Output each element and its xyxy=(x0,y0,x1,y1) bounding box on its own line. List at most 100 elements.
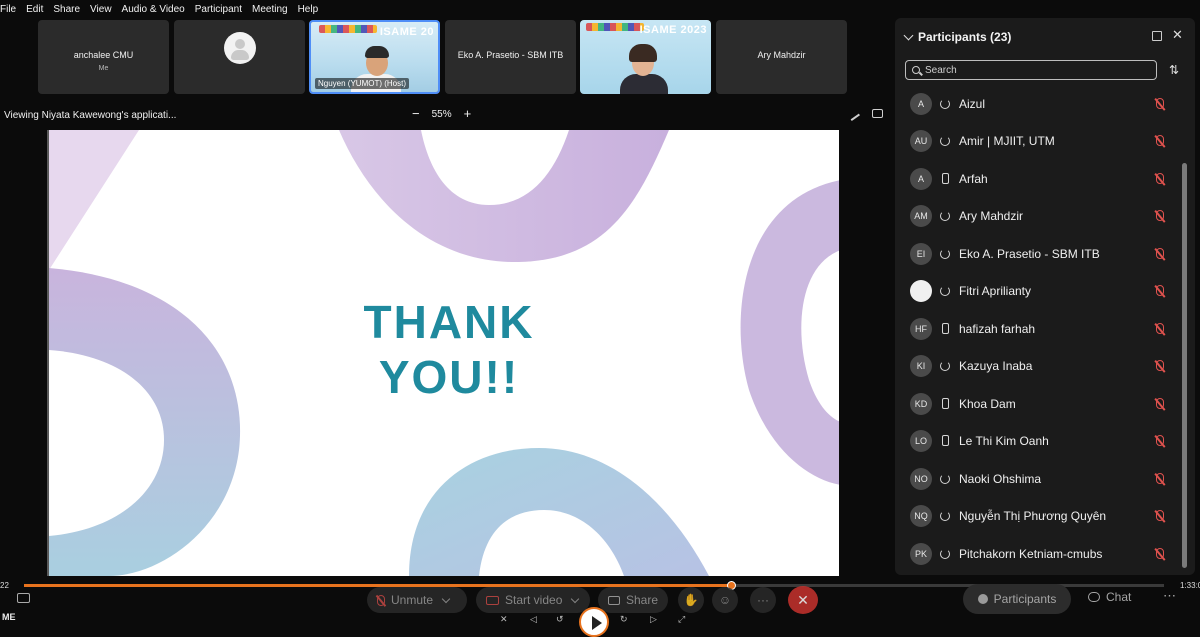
muted-mic-icon[interactable] xyxy=(1156,435,1164,446)
menu-file[interactable]: File xyxy=(0,4,16,15)
muted-mic-icon[interactable] xyxy=(1156,398,1164,409)
participant-row[interactable]: PK Pitchakorn Ketniam-cmubs xyxy=(895,535,1183,572)
participant-row[interactable]: NQ Nguyễn Thị Phương Quyên xyxy=(895,497,1183,534)
video-tile-eko[interactable]: Eko A. Prasetio - SBM ITB xyxy=(445,20,576,94)
search-input[interactable] xyxy=(925,64,1145,76)
view-options xyxy=(846,107,883,121)
participant-avatar: KD xyxy=(910,392,932,415)
total-time: 1:33:0 xyxy=(1180,581,1200,590)
close-icon: ✕ xyxy=(797,591,809,608)
chevron-down-icon[interactable] xyxy=(571,594,580,603)
muted-mic-icon[interactable] xyxy=(1156,473,1164,484)
participant-row[interactable]: Fitri Aprilianty xyxy=(895,272,1183,309)
menu-audio-video[interactable]: Audio & Video xyxy=(122,4,185,15)
chevron-down-icon[interactable] xyxy=(441,594,451,603)
participant-avatar: A xyxy=(910,92,932,115)
panel-title: Participants (23) xyxy=(918,30,1012,44)
participant-name: Nguyễn Thị Phương Quyên xyxy=(959,508,1107,523)
play-button[interactable] xyxy=(579,607,609,637)
participant-name: Ary Mahdzir xyxy=(959,208,1024,223)
participant-avatar: NQ xyxy=(910,504,932,527)
zoom-level: 55% xyxy=(431,108,452,120)
popout-icon[interactable] xyxy=(1152,31,1162,41)
participant-row[interactable]: A Arfah xyxy=(895,160,1183,197)
view-mode-icon[interactable] xyxy=(872,109,883,118)
default-avatar-icon xyxy=(223,32,256,64)
tile-name: Eko A. Prasetio - SBM ITB xyxy=(457,50,564,60)
prev-icon[interactable]: ◁ xyxy=(530,614,537,625)
skip-back-icon[interactable]: ✕ xyxy=(500,614,508,625)
muted-mic-icon[interactable] xyxy=(1156,285,1164,296)
reactions-button[interactable]: ☺ xyxy=(712,587,738,613)
forward-icon[interactable]: ↻ xyxy=(620,614,628,625)
participant-avatar: HF xyxy=(910,317,932,340)
participant-row[interactable]: EI Eko A. Prasetio - SBM ITB xyxy=(895,235,1183,272)
participant-photo-avatar xyxy=(910,279,932,302)
muted-mic-icon[interactable] xyxy=(1156,248,1164,259)
muted-mic-icon[interactable] xyxy=(1156,135,1164,146)
participant-row[interactable]: KI Kazuya Inaba xyxy=(895,347,1183,384)
person-hair xyxy=(365,46,389,58)
captions-icon[interactable] xyxy=(17,593,30,603)
participant-scrollbar[interactable] xyxy=(1182,163,1187,568)
participant-avatar: PK xyxy=(910,542,932,565)
muted-mic-icon[interactable] xyxy=(1156,98,1164,109)
sync-icon xyxy=(940,473,950,484)
participant-row[interactable]: AU Amir | MJIIT, UTM xyxy=(895,122,1183,159)
menu-participant[interactable]: Participant xyxy=(195,4,242,15)
participant-row[interactable]: LO Le Thi Kim Oanh xyxy=(895,422,1183,459)
menu-edit[interactable]: Edit xyxy=(26,4,43,15)
participant-row[interactable]: HF hafizah farhah xyxy=(895,310,1183,347)
participant-row[interactable]: AM Ary Mahdzir xyxy=(895,197,1183,234)
participant-name: Le Thi Kim Oanh xyxy=(959,433,1049,448)
annotate-icon[interactable] xyxy=(846,107,860,121)
participant-row[interactable]: A Aizul xyxy=(895,85,1183,122)
video-tile-host[interactable]: ISAME 20 Nguyen (YUMOT) (Host) xyxy=(309,20,440,94)
panel-header[interactable]: Participants (23) xyxy=(903,30,1012,44)
zoom-in-button[interactable]: + xyxy=(464,107,472,120)
zoom-out-button[interactable]: − xyxy=(412,107,420,120)
start-video-button[interactable]: Start video xyxy=(476,587,590,613)
participant-list: A Aizul AU Amir | MJIIT, UTM A Arfah AM … xyxy=(895,85,1183,573)
muted-mic-icon[interactable] xyxy=(1156,510,1164,521)
menu-meeting[interactable]: Meeting xyxy=(252,4,288,15)
raise-hand-button[interactable]: ✋ xyxy=(678,587,704,613)
share-label: Share xyxy=(625,593,658,607)
more-menu-icon[interactable]: ⋯ xyxy=(1163,588,1176,604)
video-tile-self[interactable]: anchalee CMU Me xyxy=(38,20,169,94)
leave-meeting-button[interactable]: ✕ xyxy=(788,586,818,614)
collapse-chevron-icon[interactable] xyxy=(903,30,914,41)
fullscreen-icon[interactable]: ⤢ xyxy=(678,614,685,625)
close-icon[interactable]: ✕ xyxy=(1172,27,1183,43)
sponsor-logos xyxy=(586,23,644,31)
sort-icon[interactable]: ⇅ xyxy=(1169,63,1179,77)
share-button[interactable]: Share xyxy=(598,587,668,613)
chat-button[interactable]: Chat xyxy=(1088,590,1131,604)
muted-mic-icon[interactable] xyxy=(1156,323,1164,334)
participant-row[interactable]: KD Khoa Dam xyxy=(895,385,1183,422)
share-screen-icon xyxy=(608,595,620,605)
participant-name: hafizah farhah xyxy=(959,321,1036,336)
menu-view[interactable]: View xyxy=(90,4,112,15)
muted-mic-icon[interactable] xyxy=(1156,173,1164,184)
more-options-button[interactable]: ··· xyxy=(750,587,776,613)
muted-mic-icon[interactable] xyxy=(1156,548,1164,559)
video-tile-speaker[interactable]: ISAME 2023 xyxy=(580,20,711,94)
muted-mic-icon[interactable] xyxy=(1156,360,1164,371)
participant-search[interactable] xyxy=(905,60,1157,80)
participants-button[interactable]: Participants xyxy=(963,584,1071,614)
participant-avatar: NO xyxy=(910,467,932,490)
rewind-icon[interactable]: ↺ xyxy=(556,614,564,625)
unmute-button[interactable]: Unmute xyxy=(367,587,467,613)
slide-title-line2: YOU!! xyxy=(378,351,520,403)
phone-icon xyxy=(942,435,949,446)
video-tile-ary[interactable]: Ary Mahdzir xyxy=(716,20,847,94)
menu-help[interactable]: Help xyxy=(298,4,319,15)
video-tile-avatar[interactable] xyxy=(174,20,305,94)
next-icon[interactable]: ▷ xyxy=(650,614,657,625)
menu-share[interactable]: Share xyxy=(53,4,80,15)
phone-icon xyxy=(942,173,949,184)
phone-icon xyxy=(942,323,949,334)
participant-row[interactable]: NO Naoki Ohshima xyxy=(895,460,1183,497)
muted-mic-icon[interactable] xyxy=(1156,210,1164,221)
